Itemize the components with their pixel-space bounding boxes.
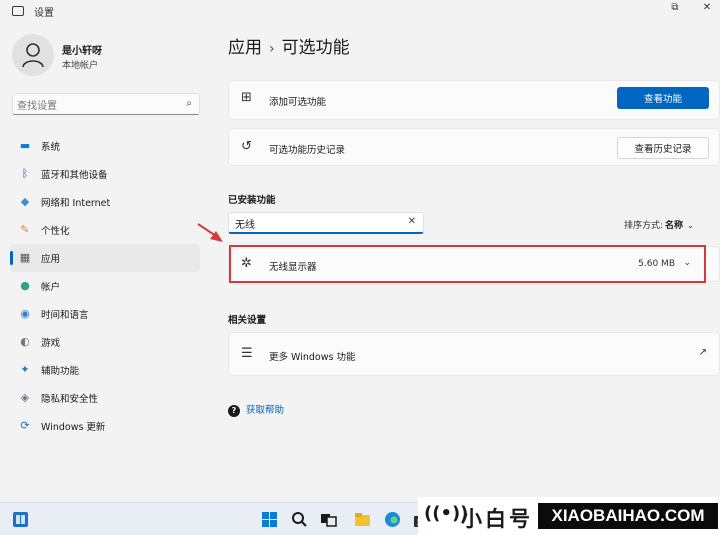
sidebar-item-label: 隐私和安全性 — [41, 394, 99, 405]
taskbar-search-icon[interactable] — [291, 511, 308, 528]
sidebar-item[interactable]: ⟳ Windows 更新 — [10, 412, 200, 440]
settings-app-icon — [12, 6, 24, 16]
search-input[interactable] — [13, 96, 173, 117]
sidebar-item[interactable]: ◉ 时间和语言 — [10, 300, 200, 328]
chevron-down-icon: ⌄ — [687, 221, 694, 230]
close-icon[interactable]: ✕ — [700, 2, 714, 16]
history-icon: ↺ — [241, 139, 252, 154]
window-title: 设置 — [34, 8, 54, 19]
sidebar-item-label: 时间和语言 — [41, 310, 89, 321]
start-icon[interactable] — [261, 511, 278, 528]
sort-label: 排序方式: — [624, 221, 664, 231]
title-bar: 设置 ⧉ ✕ — [0, 0, 720, 22]
related-settings-heading: 相关设置 — [228, 315, 267, 326]
sidebar-item[interactable]: ● 帐户 — [10, 272, 200, 300]
monitor-icon: ▬ — [19, 139, 31, 152]
account-icon: ● — [20, 279, 30, 292]
sort-value: 名称 — [665, 221, 684, 231]
sidebar-item[interactable]: ✦ 辅助功能 — [10, 356, 200, 384]
watermark-english: XIAOBAIHAO.COM — [538, 503, 718, 529]
update-icon: ⟳ — [20, 419, 30, 432]
add-feature-card: ⊞ 添加可选功能 查看功能 — [228, 80, 720, 120]
task-view-icon[interactable] — [320, 511, 337, 528]
wifi-icon: ◆ — [20, 195, 30, 208]
breadcrumb: 应用 › 可选功能 — [228, 33, 350, 58]
sidebar-item-label: 帐户 — [41, 282, 61, 293]
annotation-arrow — [197, 223, 223, 242]
sidebar-item-label: 网络和 Internet — [41, 198, 111, 209]
sidebar-item[interactable]: ◆ 网络和 Internet — [10, 188, 200, 216]
sort-control[interactable]: 排序方式: 名称 ⌄ — [624, 218, 694, 231]
highlight-box — [229, 245, 706, 283]
main-content: 应用 › 可选功能 ⊞ 添加可选功能 查看功能 ↺ 可选功能历史记录 查看历史记录 … — [214, 22, 720, 502]
sidebar-item[interactable]: ▦ 应用 — [10, 244, 200, 272]
bluetooth-icon: ᛒ — [21, 167, 29, 180]
gamepad-icon: ◐ — [20, 335, 30, 348]
sidebar-item[interactable]: ᛒ 蓝牙和其他设备 — [10, 160, 200, 188]
sidebar-item-label: 应用 — [41, 254, 61, 265]
external-link-icon: ↗ — [698, 347, 707, 358]
sidebar-item[interactable]: ▬ 系统 — [10, 132, 200, 160]
restore-icon[interactable]: ⧉ — [668, 2, 682, 16]
edge-icon[interactable] — [384, 511, 401, 528]
add-feature-label: 添加可选功能 — [269, 97, 327, 108]
sidebar-nav: ▬ 系统 ᛒ 蓝牙和其他设备 ◆ 网络和 Internet ✎ 个性化 ▦ 应用 ● 帐户 ◉ 时间和语言… — [10, 132, 200, 440]
file-explorer-icon[interactable] — [354, 511, 371, 528]
get-help-link[interactable]: ? 获取帮助 — [228, 402, 284, 417]
history-label: 可选功能历史记录 — [269, 145, 346, 156]
sidebar-item-label: 系统 — [41, 142, 61, 153]
view-history-button[interactable]: 查看历史记录 — [617, 137, 709, 159]
sidebar-item[interactable]: ◈ 隐私和安全性 — [10, 384, 200, 412]
clear-icon[interactable]: ✕ — [408, 216, 416, 227]
watermark-chinese: 小白号 — [461, 507, 533, 531]
help-icon: ? — [228, 405, 240, 417]
sidebar-item-label: 蓝牙和其他设备 — [41, 170, 108, 181]
sidebar-item[interactable]: ✎ 个性化 — [10, 216, 200, 244]
sidebar-item-label: 个性化 — [41, 226, 70, 237]
sidebar-item-label: 辅助功能 — [41, 366, 80, 377]
filter-input[interactable] — [229, 214, 399, 233]
sidebar-item-label: Windows 更新 — [41, 422, 106, 433]
brush-icon: ✎ — [20, 223, 30, 236]
shield-icon: ◈ — [20, 391, 30, 404]
more-windows-features-label: 更多 Windows 功能 — [269, 352, 356, 363]
breadcrumb-separator: › — [269, 41, 275, 57]
accessibility-icon: ✦ — [20, 363, 30, 376]
list-icon: ☰ — [241, 346, 253, 361]
sidebar-item[interactable]: ◐ 游戏 — [10, 328, 200, 356]
history-card: ↺ 可选功能历史记录 查看历史记录 — [228, 128, 720, 166]
apps-icon: ▦ — [19, 251, 31, 264]
sidebar: 是小轩呀 本地帐户 ⌕ ▬ 系统 ᛒ 蓝牙和其他设备 ◆ 网络和 Internet ✎ 个性化… — [0, 22, 214, 502]
globe-icon: ◉ — [20, 307, 30, 320]
user-icon — [22, 43, 44, 68]
view-features-button[interactable]: 查看功能 — [617, 87, 709, 109]
settings-search[interactable]: ⌕ — [12, 93, 200, 117]
search-icon[interactable]: ⌕ — [186, 98, 192, 109]
watermark-banner: ((•)) 小白号 XIAOBAIHAO.COM — [418, 497, 720, 535]
page-title: 可选功能 — [281, 38, 350, 58]
account-type: 本地帐户 — [62, 61, 99, 71]
installed-features-heading: 已安装功能 — [228, 195, 276, 206]
more-windows-features-card[interactable]: ☰ 更多 Windows 功能 ↗ — [228, 332, 720, 376]
sidebar-item-label: 游戏 — [41, 338, 61, 349]
installed-filter[interactable]: ✕ — [228, 212, 424, 234]
avatar[interactable] — [12, 34, 54, 76]
widgets-icon[interactable] — [12, 511, 29, 528]
add-grid-icon: ⊞ — [241, 90, 252, 105]
breadcrumb-apps[interactable]: 应用 — [228, 38, 262, 58]
get-help-label: 获取帮助 — [246, 405, 285, 416]
user-name: 是小轩呀 — [62, 46, 102, 57]
